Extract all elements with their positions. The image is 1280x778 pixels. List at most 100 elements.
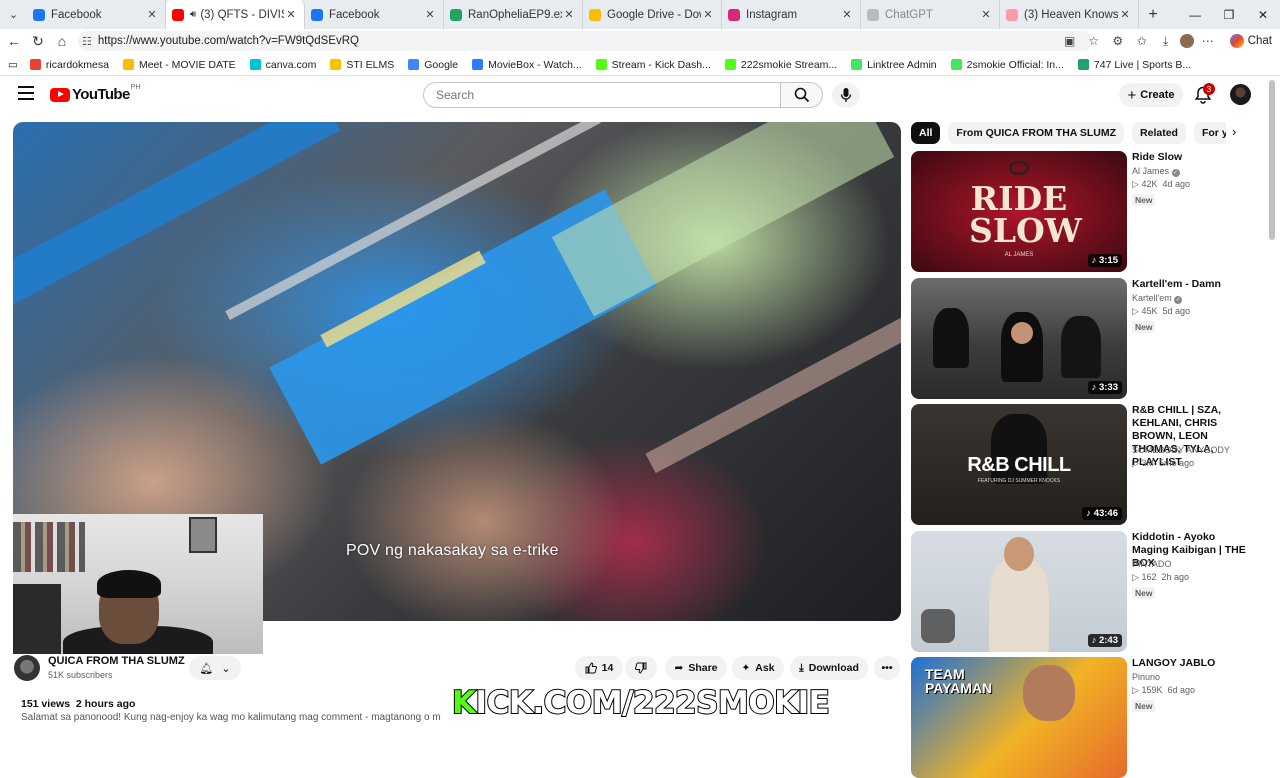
- filter-chip[interactable]: From QUICA FROM THA SLUMZ: [948, 122, 1125, 144]
- browser-tab[interactable]: Google Drive - Download w✕: [583, 0, 722, 29]
- tab-close-icon[interactable]: ✕: [423, 8, 437, 21]
- back-icon[interactable]: ←: [2, 29, 26, 53]
- bookmark-item[interactable]: STI ELMS: [330, 59, 394, 71]
- recommended-video-title[interactable]: Ride Slow: [1132, 151, 1254, 164]
- bookmark-item[interactable]: MovieBox - Watch...: [472, 59, 582, 71]
- bookmark-item[interactable]: canva.com: [249, 59, 316, 71]
- restore-icon[interactable]: ❐: [1212, 0, 1246, 29]
- recommended-video[interactable]: R&B CHILL FEATURING DJ SUMMER KNOCKS ♪ 43:…: [911, 404, 1256, 525]
- address-bar[interactable]: ☷ https://www.youtube.com/watch?v=FW9tQd…: [78, 31, 1093, 51]
- browser-tab[interactable]: Facebook ✕: [27, 0, 166, 29]
- bookmarks-menu-icon[interactable]: ▭: [8, 59, 18, 71]
- create-button[interactable]: + Create: [1119, 83, 1183, 107]
- description-snippet[interactable]: Salamat sa panonood! Kung nag-enjoy ka w…: [21, 712, 441, 723]
- bookmark-item[interactable]: Stream - Kick Dash...: [595, 59, 711, 71]
- video-thumbnail[interactable]: ♪ 3:33: [911, 278, 1127, 399]
- reload-icon[interactable]: ↻: [26, 29, 50, 53]
- downloads-icon[interactable]: ⤓: [1156, 34, 1176, 49]
- browser-tab[interactable]: (3) Heaven Knows - (Soul C✕: [1000, 0, 1139, 29]
- tab-search-chevron-icon[interactable]: ⌄: [0, 0, 27, 29]
- browser-tab[interactable]: Facebook ✕: [305, 0, 444, 29]
- tab-close-icon[interactable]: ✕: [284, 8, 298, 21]
- ask-button[interactable]: ✦ Ask: [732, 656, 784, 680]
- bookmark-item[interactable]: 2smokie Official: In...: [950, 58, 1064, 71]
- more-menu-icon[interactable]: ⋯: [1198, 34, 1218, 48]
- bookmark-item[interactable]: 222smokie Stream...: [724, 59, 837, 71]
- channel-name[interactable]: QUICA FROM THA SLUMZ: [48, 655, 185, 667]
- filter-chip[interactable]: Related: [1132, 122, 1186, 144]
- video-thumbnail[interactable]: TEAM PAYAMAN: [911, 657, 1127, 778]
- voice-search-button[interactable]: [832, 82, 860, 108]
- browser-tab[interactable]: ChatGPT ✕: [861, 0, 1000, 29]
- channel-avatar[interactable]: [14, 655, 40, 681]
- dislike-button[interactable]: [625, 656, 657, 680]
- recommended-age: 2h ago: [1161, 572, 1190, 582]
- hamburger-menu-icon[interactable]: [18, 86, 34, 100]
- recommended-channel-name[interactable]: PINTADO: [1132, 559, 1171, 569]
- chevron-right-icon[interactable]: ›: [1232, 124, 1236, 139]
- search-input[interactable]: [436, 88, 780, 102]
- recommended-video[interactable]: TEAM PAYAMAN LANGOY JABLO Pinuno ▷ 159K 6d …: [911, 657, 1256, 778]
- recommended-video[interactable]: ♪ 2:43 Kiddotin - Ayoko Maging Kaibigan |…: [911, 531, 1256, 652]
- bookmark-favicon-icon: [950, 59, 962, 70]
- share-button[interactable]: ➦ Share: [665, 656, 727, 680]
- favorites-icon[interactable]: ✩: [1132, 34, 1152, 48]
- audio-playing-icon[interactable]: 🔊︎: [190, 9, 196, 20]
- subscribed-bell-button[interactable]: 🔔︎ ⌄: [189, 656, 241, 680]
- more-actions-button[interactable]: •••: [874, 656, 900, 680]
- recommended-view-count: 159K: [1141, 685, 1163, 695]
- tab-favicon-icon: [867, 8, 879, 21]
- chat-button[interactable]: Chat: [1229, 34, 1272, 48]
- minimize-icon[interactable]: —: [1178, 0, 1212, 29]
- bookmark-item[interactable]: Google: [408, 59, 458, 71]
- youtube-logo[interactable]: YouTube PH: [50, 84, 140, 103]
- recommended-video[interactable]: RIDE SLOW AL JAMES ♪ 3:15 Ride Slow Al James…: [911, 151, 1256, 272]
- filter-chip[interactable]: For you: [1193, 122, 1226, 144]
- video-thumbnail[interactable]: RIDE SLOW AL JAMES ♪ 3:15: [911, 151, 1127, 272]
- bookmark-item[interactable]: 747 Live | Sports B...: [1077, 59, 1191, 71]
- recommended-age: 5d ago: [1162, 306, 1190, 316]
- bookmark-item[interactable]: Linktree Admin: [851, 59, 937, 71]
- home-icon[interactable]: ⌂: [50, 29, 74, 53]
- video-thumbnail[interactable]: ♪ 2:43: [911, 531, 1127, 652]
- recommended-video-title[interactable]: Kartell'em - Damn: [1132, 278, 1254, 291]
- recommended-channel-name[interactable]: SOMEBODY ANYBODY: [1132, 445, 1230, 455]
- account-avatar[interactable]: [1230, 84, 1251, 105]
- recommended-video[interactable]: ♪ 3:33 Kartell'em - Damn Kartell'em ✓ ▷ 45K…: [911, 278, 1256, 399]
- browser-tab[interactable]: Instagram ✕: [722, 0, 861, 29]
- tab-close-icon[interactable]: ✕: [979, 8, 993, 21]
- stats-line: ▷ 159K 6d ago: [1132, 685, 1195, 696]
- video-caption: POV ng nakasakay sa e-trike: [346, 542, 559, 559]
- video-thumbnail[interactable]: R&B CHILL FEATURING DJ SUMMER KNOCKS ♪ 43:…: [911, 404, 1127, 525]
- new-tab-button[interactable]: +: [1139, 6, 1167, 24]
- tab-close-icon[interactable]: ✕: [145, 8, 159, 21]
- recommended-channel-name[interactable]: Al James: [1132, 166, 1169, 176]
- app-install-icon[interactable]: ▣: [1060, 34, 1080, 48]
- browser-tab[interactable]: RanOpheliaEP9.exe - Google✕: [444, 0, 583, 29]
- recommended-channel-name[interactable]: Pinuno: [1132, 672, 1160, 682]
- tab-close-icon[interactable]: ✕: [701, 8, 715, 21]
- browser-tab[interactable]: 🔊︎ (3) QFTS - DIVISOURCE✕: [166, 0, 305, 29]
- tab-close-icon[interactable]: ✕: [1118, 8, 1132, 21]
- bookmark-item[interactable]: ricardokmesa: [29, 59, 109, 71]
- plus-icon: +: [1127, 86, 1137, 104]
- close-window-icon[interactable]: ✕: [1246, 0, 1280, 29]
- bookmark-star-icon[interactable]: ☆: [1084, 34, 1104, 48]
- page-scrollbar[interactable]: [1269, 80, 1275, 240]
- download-button[interactable]: ⤓ Download: [790, 656, 868, 680]
- tab-close-icon[interactable]: ✕: [562, 8, 576, 21]
- extension-icon[interactable]: ⚙: [1108, 34, 1128, 48]
- recommended-channel-name[interactable]: Kartell'em: [1132, 293, 1172, 303]
- tab-close-icon[interactable]: ✕: [840, 8, 854, 21]
- filter-chip[interactable]: All: [911, 122, 941, 144]
- like-button[interactable]: 14: [575, 656, 623, 680]
- site-info-icon[interactable]: ☷: [82, 35, 92, 48]
- search-button[interactable]: [781, 82, 823, 108]
- bookmark-label: 2smokie Official: In...: [966, 58, 1064, 71]
- bookmark-favicon-icon: [249, 59, 261, 70]
- recommended-age: 4d ago: [1162, 179, 1190, 189]
- profile-avatar[interactable]: [1179, 34, 1194, 48]
- recommended-video-title[interactable]: LANGOY JABLO: [1132, 657, 1254, 670]
- new-badge: New: [1132, 587, 1156, 599]
- bookmark-item[interactable]: Meet - MOVIE DATE: [122, 59, 236, 71]
